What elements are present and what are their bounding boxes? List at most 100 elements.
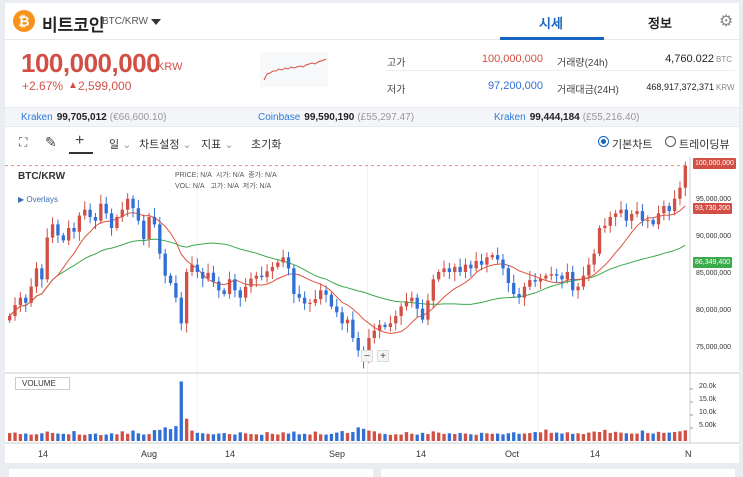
ohlc-legend-row2: VOL: N/A 고가: N/A 저가: N/A (175, 181, 271, 191)
candle-body (683, 165, 687, 188)
candle-body (538, 278, 543, 282)
volume-bar (592, 431, 596, 441)
volume-bar (345, 433, 350, 441)
volume-bar (18, 434, 23, 441)
volume-bar (554, 432, 559, 441)
legend-open-value: N/A (232, 172, 245, 179)
legend-low-label: 저가: (242, 183, 258, 190)
exchange-price: 99,444,184 (529, 112, 580, 123)
candle-body (190, 264, 194, 272)
up-arrow-icon: ▲ (68, 80, 78, 91)
sparkline-chart (260, 52, 328, 87)
candle-body (83, 209, 87, 216)
legend-open-label: 시가: (215, 172, 231, 179)
candle-body (227, 279, 232, 294)
zoom-out-button[interactable]: − (361, 350, 373, 362)
volume-bar (238, 432, 242, 441)
candle-body (431, 279, 435, 301)
crosshair-icon[interactable]: + (75, 132, 84, 150)
exchange-item[interactable]: Coinbase 99,590,190 (£55,297.47) (258, 112, 414, 123)
trade-amount-label: 거래대금(24H) (557, 85, 619, 96)
gear-icon[interactable]: ⚙ (719, 11, 733, 31)
candle-body (490, 255, 494, 258)
zoom-in-button[interactable]: + (377, 350, 389, 362)
volume-bar (667, 432, 671, 441)
volume-bar (67, 434, 71, 441)
legend-close-value: N/A (264, 172, 277, 179)
high-label: 고가 (387, 58, 406, 69)
indicators-button[interactable]: 지표 ⌄ (201, 136, 234, 152)
candle-body (624, 209, 628, 221)
candle-body (345, 319, 350, 324)
candle-body (93, 217, 98, 221)
exchange-name: Kraken (494, 112, 526, 123)
chevron-down-icon[interactable] (151, 19, 161, 25)
volume-bar (329, 433, 334, 441)
volume-bar (372, 431, 376, 441)
volume-bar (512, 432, 516, 441)
low-label: 저가 (387, 85, 406, 96)
basic-chart-label[interactable]: 기본차트 (612, 136, 652, 152)
interval-select[interactable]: 일 ⌄ (109, 136, 131, 152)
basic-chart-radio[interactable] (598, 136, 609, 147)
volume-bar (120, 431, 124, 441)
tab-market-price[interactable]: 시세 (539, 13, 563, 32)
volume-bar (115, 434, 119, 441)
candle-body (243, 286, 248, 298)
coin-pair[interactable]: BTC/KRW (102, 16, 148, 27)
candle-body (34, 268, 39, 287)
volume-bar (522, 433, 527, 441)
candle-body (179, 297, 183, 324)
candle-body (292, 268, 296, 294)
candle-body (13, 305, 17, 316)
volume-bar (469, 434, 473, 441)
candle-body (184, 272, 189, 324)
candle-body (211, 272, 216, 282)
y-tick-label: 90,000,000 (696, 233, 732, 240)
reset-button[interactable]: 초기화 (251, 136, 281, 152)
price-chart[interactable] (5, 157, 739, 463)
candle-body (281, 257, 285, 263)
volume-bar (506, 433, 511, 441)
candle-body (565, 272, 570, 280)
volume-bar (93, 433, 98, 441)
candle-body (656, 213, 661, 225)
tradingview-label[interactable]: 트레이딩뷰 (679, 136, 730, 152)
candle-body (222, 290, 226, 294)
candle-body (125, 198, 130, 210)
volume-bar (683, 430, 687, 441)
candle-body (115, 217, 119, 228)
legend-vol-value: N/A (192, 183, 205, 190)
tradingview-radio[interactable] (665, 136, 676, 147)
volume-bar (442, 433, 446, 441)
volume-bar (29, 434, 33, 441)
candle-body (635, 211, 639, 215)
exchange-item[interactable]: Kraken 99,444,184 (£55,216.40) (494, 112, 639, 123)
coin-name[interactable]: 비트코인 (42, 11, 105, 36)
candle-body (351, 319, 355, 338)
candle-body (45, 237, 49, 280)
candle-body (8, 316, 12, 321)
x-tick-label: Sep (329, 449, 346, 459)
x-tick-label: N (685, 449, 692, 459)
tab-info[interactable]: 정보 (648, 13, 672, 32)
candle-body (136, 208, 141, 221)
trade-amount-value: 468,917,372,371 (646, 82, 714, 92)
volume-24h-value: 4,760.022 (665, 53, 714, 65)
volume-bar (361, 428, 366, 441)
overlays-toggle[interactable]: ▶ Overlays (18, 195, 58, 204)
bitcoin-logo-icon: ₿ (13, 10, 35, 32)
candle-body (163, 253, 167, 276)
exchange-item[interactable]: Kraken 99,705,012 (€66,600.10) (21, 112, 166, 123)
candle-body (678, 187, 682, 199)
fullscreen-icon[interactable]: ⛶ (19, 135, 27, 150)
candle-body (260, 275, 264, 278)
volume-bar (613, 431, 618, 441)
chart-settings-button[interactable]: 차트설정 ⌄ (139, 136, 192, 152)
candle-body (99, 203, 103, 221)
candle-body (501, 259, 505, 269)
volume-bar (286, 433, 291, 441)
candle-body (206, 272, 210, 279)
candle-body (61, 235, 65, 241)
pencil-icon[interactable]: ✎ (45, 134, 57, 151)
